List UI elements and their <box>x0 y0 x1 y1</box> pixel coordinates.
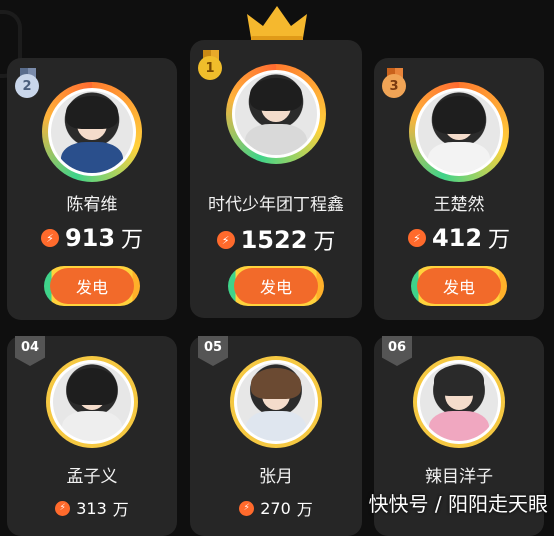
avatar-ring <box>230 356 322 448</box>
ranking-card-5[interactable]: 05 张月 ⚡ 270 万 <box>190 336 362 536</box>
vote-count: ⚡ 313 万 <box>7 496 177 520</box>
avatar[interactable] <box>232 70 320 158</box>
watermark: 快快号 / 阳阳走天眼 <box>368 492 548 516</box>
avatar[interactable] <box>50 360 134 444</box>
avatar-ring <box>413 356 505 448</box>
avatar[interactable] <box>417 360 501 444</box>
crown-icon <box>247 6 307 42</box>
bronze-medal-icon: 3 <box>382 68 408 98</box>
vote-count: ⚡ 270 万 <box>190 496 362 520</box>
avatar-ring <box>42 82 142 182</box>
lightning-bolt-icon: ⚡ <box>239 500 255 516</box>
avatar[interactable] <box>415 88 503 176</box>
lightning-bolt-icon: ⚡ <box>216 231 235 249</box>
power-button[interactable]: 发电 <box>234 268 318 304</box>
power-button[interactable]: 发电 <box>50 268 134 304</box>
candidate-name: 陈宥维 <box>66 195 118 215</box>
avatar-ring <box>46 356 138 448</box>
vote-count: ⚡ 412 万 <box>374 222 544 254</box>
vote-count: ⚡ 913 万 <box>7 222 177 254</box>
ranking-card-4[interactable]: 04 孟子义 ⚡ 313 万 <box>7 336 177 536</box>
power-button[interactable]: 发电 <box>417 268 501 304</box>
rank-badge: 05 <box>198 336 228 366</box>
ranking-card-3[interactable]: 3 王楚然 ⚡ 412 万 发电 <box>374 58 544 320</box>
power-button-frame: 发电 <box>44 266 140 306</box>
rank-badge: 06 <box>382 336 412 366</box>
ranking-card-2[interactable]: 2 陈宥维 ⚡ 913 万 发电 <box>7 58 177 320</box>
gold-medal-icon: 1 <box>198 50 224 80</box>
vote-count: ⚡ 1522 万 <box>190 224 362 256</box>
avatar[interactable] <box>234 360 318 444</box>
lightning-bolt-icon: ⚡ <box>40 229 59 247</box>
candidate-name: 孟子义 <box>66 467 118 487</box>
power-button-frame: 发电 <box>228 266 324 306</box>
avatar-ring <box>409 82 509 182</box>
avatar-ring <box>226 64 326 164</box>
lightning-bolt-icon: ⚡ <box>55 500 71 516</box>
avatar[interactable] <box>48 88 136 176</box>
candidate-name: 时代少年团丁程鑫 <box>208 195 344 215</box>
lightning-bolt-icon: ⚡ <box>407 229 426 247</box>
ranking-card-1[interactable]: 1 时代少年团丁程鑫 ⚡ 1522 万 发电 <box>190 40 362 318</box>
silver-medal-icon: 2 <box>15 68 41 98</box>
power-button-frame: 发电 <box>411 266 507 306</box>
candidate-name: 张月 <box>259 467 293 487</box>
rank-badge: 04 <box>15 336 45 366</box>
candidate-name: 辣目洋子 <box>425 467 493 487</box>
candidate-name: 王楚然 <box>433 195 485 215</box>
